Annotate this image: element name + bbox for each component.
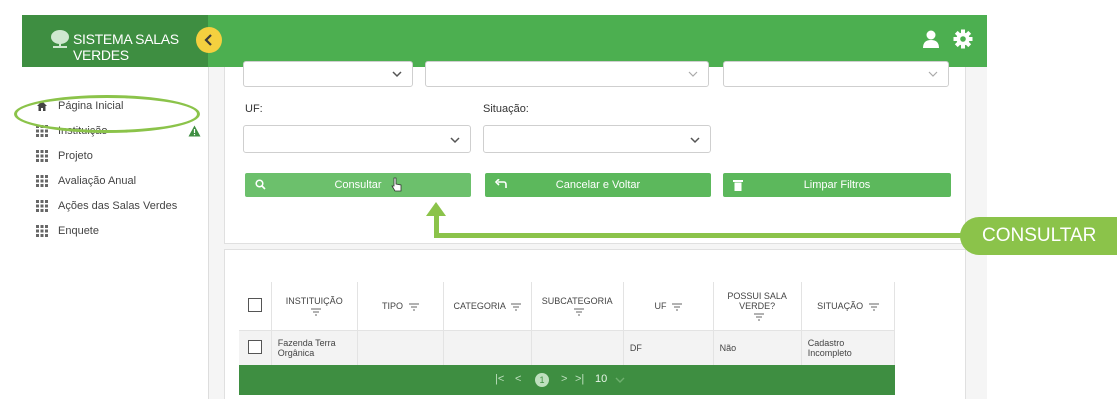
app-window: SISTEMA SALAS VERDES Página Inicial Inst… <box>22 15 987 399</box>
col-categoria[interactable]: CATEGORIA <box>443 282 532 331</box>
select-all-checkbox[interactable] <box>247 298 262 312</box>
tree-logo-icon <box>51 30 69 48</box>
cell-instituicao: Fazenda Terra Orgânica <box>271 330 358 365</box>
filter-select-2[interactable] <box>425 61 709 87</box>
cell-possui: Não <box>713 330 802 365</box>
sidebar-collapse-button[interactable] <box>196 27 222 53</box>
consultar-callout: CONSULTAR <box>960 217 1117 255</box>
col-label: SITUAÇÃO <box>817 301 864 311</box>
col-possui-sala-verde[interactable]: POSSUI SALA VERDE? <box>713 282 802 331</box>
top-icons <box>921 29 973 49</box>
sidebar-item-label: Avaliação Anual <box>58 175 137 187</box>
sort-icon <box>753 313 764 321</box>
cancelar-label: Cancelar e Voltar <box>555 179 641 191</box>
pointer-arrow-line <box>434 233 964 238</box>
cell-situacao: Cadastro Incompleto <box>801 330 896 365</box>
sort-icon <box>671 303 682 311</box>
sidebar-item-acoes-salas-verdes[interactable]: Ações das Salas Verdes <box>36 197 177 215</box>
sidebar-item-projeto[interactable]: Projeto <box>36 147 93 165</box>
results-table: INSTITUIÇÃO TIPO CATEGORIA SUBCATEGORIA … <box>239 282 896 365</box>
chevron-down-icon <box>690 137 700 144</box>
next-page-icon[interactable]: > <box>561 373 567 385</box>
col-label: CATEGORIA <box>453 301 506 311</box>
page-number-current[interactable]: 1 <box>535 373 549 387</box>
row-checkbox[interactable] <box>247 340 262 354</box>
cancelar-voltar-button[interactable]: Cancelar e Voltar <box>485 173 711 197</box>
col-uf[interactable]: UF <box>623 282 714 331</box>
chevron-down-icon <box>450 137 460 144</box>
sort-icon <box>510 303 521 311</box>
sidebar-item-label: Projeto <box>58 150 93 162</box>
select-all-cell <box>239 282 272 331</box>
consultar-label: Consultar <box>334 179 382 191</box>
results-grid: INSTITUIÇÃO TIPO CATEGORIA SUBCATEGORIA … <box>239 282 896 365</box>
col-label: UF <box>654 301 667 311</box>
cell-uf: DF <box>623 330 714 365</box>
user-icon[interactable] <box>921 29 941 49</box>
warning-icon <box>188 125 201 137</box>
chevron-down-icon <box>688 71 698 77</box>
chevron-left-icon <box>204 34 212 46</box>
col-label: SUBCATEGORIA <box>541 296 613 306</box>
consultar-button[interactable]: Consultar <box>245 173 471 197</box>
sort-icon <box>868 303 879 311</box>
highlight-ellipse <box>14 95 200 133</box>
situacao-label: Situação: <box>483 103 529 115</box>
uf-select[interactable] <box>243 125 471 153</box>
sort-icon <box>573 308 584 316</box>
filter-select-3[interactable] <box>723 61 949 87</box>
sidebar-item-avaliacao-anual[interactable]: Avaliação Anual <box>36 172 136 190</box>
col-label: TIPO <box>382 301 404 311</box>
limpar-label: Limpar Filtros <box>803 179 871 191</box>
pagination-bar: |< < 1 > >| 10 <box>239 365 895 395</box>
sort-icon <box>408 303 419 311</box>
grid-icon <box>36 175 48 187</box>
chevron-down-icon <box>928 71 938 77</box>
chevron-down-icon <box>392 71 402 78</box>
filter-select-1[interactable] <box>243 61 413 87</box>
grid-icon <box>36 225 48 237</box>
last-page-icon[interactable]: >| <box>575 373 584 385</box>
grid-icon <box>36 150 48 162</box>
table-header-row: INSTITUIÇÃO TIPO CATEGORIA SUBCATEGORIA … <box>239 282 896 331</box>
cursor-hand-icon <box>391 177 402 192</box>
cell-categoria <box>443 330 532 365</box>
grid-icon <box>36 200 48 212</box>
uf-label: UF: <box>245 103 263 115</box>
cell-tipo <box>357 330 444 365</box>
col-subcategoria[interactable]: SUBCATEGORIA <box>531 282 624 331</box>
gear-icon[interactable] <box>953 29 973 49</box>
cell-subcategoria <box>531 330 624 365</box>
sidebar-item-label: Ações das Salas Verdes <box>58 200 178 212</box>
row-select-cell <box>239 330 272 365</box>
prev-page-icon[interactable]: < <box>515 373 521 385</box>
results-card: INSTITUIÇÃO TIPO CATEGORIA SUBCATEGORIA … <box>224 249 966 399</box>
sidebar-item-label: Enquete <box>58 225 99 237</box>
sort-icon <box>310 308 321 316</box>
col-label: INSTITUIÇÃO <box>285 296 343 306</box>
filter-card: UF: Situação: Consultar Cancelar e Volta… <box>224 61 966 244</box>
page-size-select[interactable]: 10 <box>595 373 607 385</box>
chevron-down-icon <box>615 377 625 383</box>
col-situacao[interactable]: SITUAÇÃO <box>801 282 896 331</box>
top-bar: SISTEMA SALAS VERDES <box>22 15 987 67</box>
col-label: POSSUI SALA VERDE? <box>727 291 787 311</box>
col-instituicao[interactable]: INSTITUIÇÃO <box>271 282 358 331</box>
sidebar-item-enquete[interactable]: Enquete <box>36 222 99 240</box>
first-page-icon[interactable]: |< <box>495 373 504 385</box>
app-title: SISTEMA SALAS VERDES <box>73 31 179 63</box>
table-row[interactable]: Fazenda Terra Orgânica DF Não Cadastro I… <box>239 330 896 365</box>
situacao-select[interactable] <box>483 125 711 153</box>
limpar-filtros-button[interactable]: Limpar Filtros <box>723 173 951 197</box>
col-tipo[interactable]: TIPO <box>357 282 444 331</box>
brand-area: SISTEMA SALAS VERDES <box>22 15 208 67</box>
